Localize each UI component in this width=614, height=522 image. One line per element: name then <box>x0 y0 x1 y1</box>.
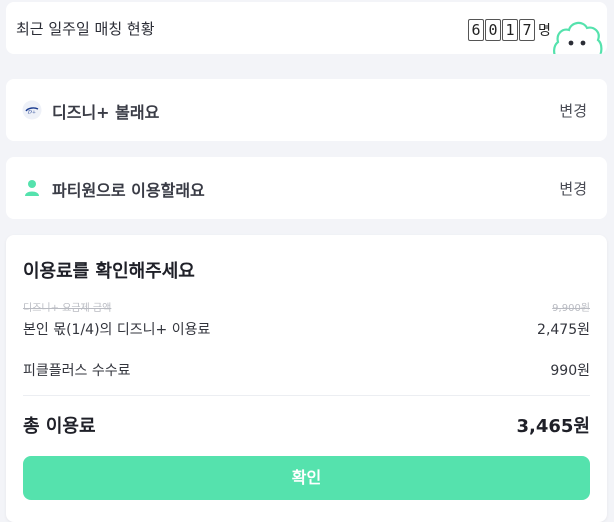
original-price-row: 디즈니+ 요금제 금액 9,900원 <box>23 299 590 314</box>
commission-label: 피클플러스 수수료 <box>23 363 131 379</box>
total-row: 총 이용료 3,465원 <box>23 412 590 438</box>
disney-plus-logo-icon: D+ <box>22 100 42 120</box>
fee-title: 이용료를 확인해주세요 <box>23 261 195 282</box>
total-label: 총 이용료 <box>23 416 96 437</box>
counter-unit: 명 <box>538 23 551 39</box>
total-value: 3,465원 <box>516 416 591 437</box>
service-change-button[interactable]: 변경 <box>559 100 587 121</box>
original-price-value: 9,900원 <box>552 303 590 314</box>
service-label: 디즈니+ 볼래요 <box>52 103 160 122</box>
counter-digit: 1 <box>502 19 518 41</box>
weekly-matching-card: 최근 일주일 매칭 현황 6 0 1 7 명 <box>6 2 607 54</box>
own-share-value: 2,475원 <box>537 322 590 338</box>
counter-digit: 6 <box>468 19 484 41</box>
own-share-row: 본인 몫(1/4)의 디즈니+ 이용료 2,475원 <box>23 319 590 339</box>
party-role-label: 파티원으로 이용할래요 <box>52 181 205 200</box>
party-role-row[interactable]: 파티원으로 이용할래요 변경 <box>6 157 607 219</box>
confirm-button[interactable]: 확인 <box>23 456 590 500</box>
weekly-matching-title: 최근 일주일 매칭 현황 <box>16 20 155 38</box>
original-price-label: 디즈니+ 요금제 금액 <box>23 303 112 314</box>
commission-value: 990원 <box>550 363 590 379</box>
matching-counter: 6 0 1 7 명 <box>468 19 551 41</box>
fee-summary-card: 이용료를 확인해주세요 디즈니+ 요금제 금액 9,900원 본인 몫(1/4)… <box>6 235 607 522</box>
fee-divider <box>23 395 590 396</box>
counter-digit: 0 <box>485 19 501 41</box>
own-share-label: 본인 몫(1/4)의 디즈니+ 이용료 <box>23 322 211 338</box>
person-icon <box>25 180 39 196</box>
mascot-icon <box>553 21 603 54</box>
party-change-button[interactable]: 변경 <box>559 178 587 199</box>
commission-row: 피클플러스 수수료 990원 <box>23 360 590 380</box>
counter-digit: 7 <box>519 19 535 41</box>
service-selection-row[interactable]: D+ 디즈니+ 볼래요 변경 <box>6 79 607 141</box>
svg-text:D+: D+ <box>27 110 36 116</box>
